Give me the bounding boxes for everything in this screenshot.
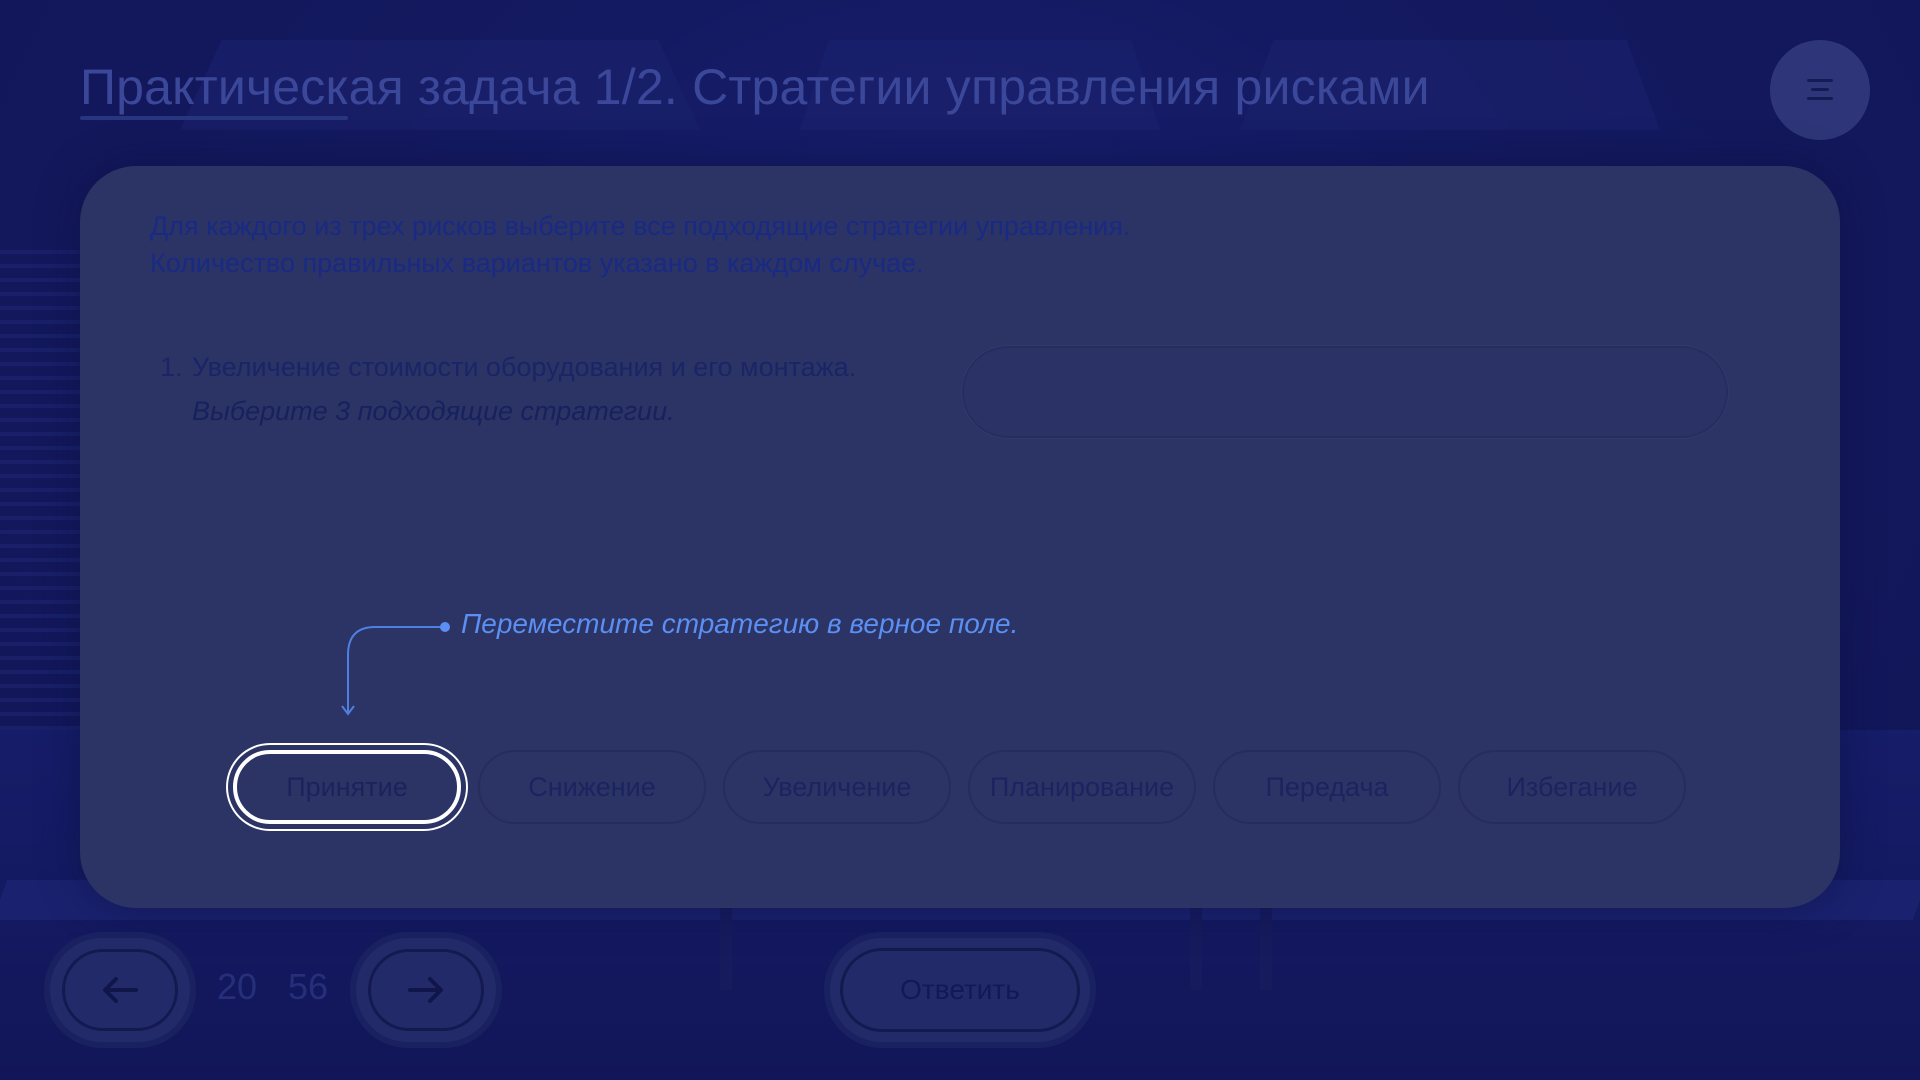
page-title: Практическая задача 1/2. Стратегии управ… [80,59,1430,115]
question-number: 1. [160,352,183,382]
drag-hint: Переместите стратегию в верное поле. [461,608,1019,639]
menu-icon [1807,79,1833,101]
instruction-line: Количество правильных вариантов указано … [150,248,924,278]
title-underline [80,116,348,120]
current-page: 20 [217,966,258,1007]
answer-button[interactable]: Ответить [830,938,1090,1042]
question-hint: Выберите 3 подходящие стратегии. [192,396,675,426]
prev-button[interactable] [50,938,190,1042]
option-planning[interactable]: Планирование [968,750,1196,824]
task-instruction: Для каждого из трех рисков выберите все … [150,208,1130,282]
option-reduction[interactable]: Снижение [478,750,706,824]
option-avoidance[interactable]: Избегание [1458,750,1686,824]
answer-button-label: Ответить [840,948,1080,1032]
next-button[interactable] [356,938,496,1042]
next-button-inner [368,949,484,1031]
drop-zone[interactable] [962,346,1728,438]
arrow-left-icon [103,977,138,1003]
option-acceptance[interactable]: Принятие [233,750,461,824]
arrow-right-icon [408,977,443,1003]
menu-button[interactable] [1770,40,1870,140]
hint-arrow-icon [341,622,450,716]
option-transfer[interactable]: Передача [1213,750,1441,824]
prev-button-inner [62,949,178,1031]
instruction-line: Для каждого из трех рисков выберите все … [150,211,1131,241]
option-increase[interactable]: Увеличение [723,750,951,824]
question-text: Увеличение стоимости оборудования и его … [192,352,857,382]
total-pages: 56 [288,966,329,1007]
